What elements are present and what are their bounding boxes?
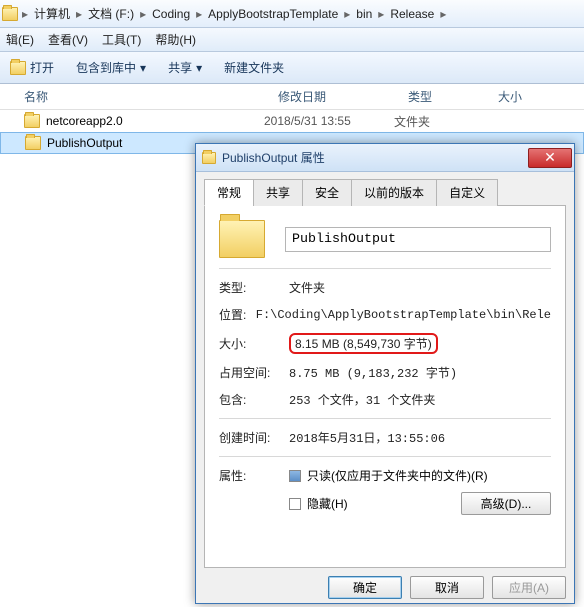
location-label: 位置: — [219, 306, 256, 323]
open-button[interactable]: 打开 — [6, 57, 58, 78]
folder-name-input[interactable] — [285, 227, 551, 252]
folder-open-icon — [10, 61, 26, 75]
tab-custom[interactable]: 自定义 — [436, 179, 498, 206]
chevron-right-icon: ▸ — [76, 7, 82, 21]
properties-tabs: 常规 共享 安全 以前的版本 自定义 — [204, 178, 566, 206]
tab-general[interactable]: 常规 — [204, 179, 254, 206]
cancel-button[interactable]: 取消 — [410, 576, 484, 599]
col-type[interactable]: 类型 — [408, 88, 498, 105]
general-panel: 类型:文件夹 位置:F:\Coding\ApplyBootstrapTempla… — [204, 206, 566, 568]
hidden-checkbox[interactable] — [289, 498, 301, 510]
file-type: 文件夹 — [394, 113, 474, 130]
chevron-down-icon: ▾ — [140, 61, 146, 75]
file-name: netcoreapp2.0 — [46, 114, 123, 128]
contains-value: 253 个文件，31 个文件夹 — [289, 391, 551, 408]
menu-edit[interactable]: 辑(E) — [2, 29, 38, 50]
tab-security[interactable]: 安全 — [302, 179, 352, 206]
open-label: 打开 — [30, 59, 54, 76]
type-label: 类型: — [219, 279, 289, 296]
type-value: 文件夹 — [289, 279, 551, 296]
chevron-right-icon: ▸ — [196, 7, 202, 21]
list-item[interactable]: netcoreapp2.0 2018/5/31 13:55 文件夹 — [0, 110, 584, 132]
crumb-project[interactable]: ApplyBootstrapTemplate — [206, 3, 340, 25]
new-folder-button[interactable]: 新建文件夹 — [220, 57, 288, 78]
crumb-drive[interactable]: 文档 (F:) — [86, 3, 136, 25]
dialog-title: PublishOutput 属性 — [222, 149, 325, 166]
chevron-down-icon: ▾ — [196, 61, 202, 75]
folder-icon — [219, 220, 265, 258]
folder-icon — [2, 7, 18, 21]
col-size[interactable]: 大小 — [498, 88, 558, 105]
crumb-bin[interactable]: bin — [354, 3, 374, 25]
readonly-label: 只读(仅应用于文件夹中的文件)(R) — [307, 467, 488, 484]
share-button[interactable]: 共享 ▾ — [164, 57, 206, 78]
include-library-button[interactable]: 包含到库中 ▾ — [72, 57, 150, 78]
menu-bar: 辑(E) 查看(V) 工具(T) 帮助(H) — [0, 28, 584, 52]
col-date[interactable]: 修改日期 — [278, 88, 408, 105]
chevron-right-icon: ▸ — [440, 7, 446, 21]
share-label: 共享 — [168, 59, 192, 76]
file-name: PublishOutput — [47, 136, 122, 150]
size-value: 8.15 MB (8,549,730 字节) — [289, 333, 438, 354]
chevron-right-icon: ▸ — [140, 7, 146, 21]
disk-label: 占用空间: — [219, 364, 289, 381]
address-bar: ▸ 计算机 ▸ 文档 (F:) ▸ Coding ▸ ApplyBootstra… — [0, 0, 584, 28]
properties-dialog: PublishOutput 属性 ✕ 常规 共享 安全 以前的版本 自定义 类型… — [195, 143, 575, 604]
chevron-right-icon: ▸ — [344, 7, 350, 21]
col-name[interactable]: 名称 — [24, 88, 278, 105]
attributes-label: 属性: — [219, 467, 289, 484]
menu-tools[interactable]: 工具(T) — [98, 29, 145, 50]
folder-icon — [25, 136, 41, 150]
chevron-right-icon: ▸ — [378, 7, 384, 21]
dialog-footer: 确定 取消 应用(A) — [196, 568, 574, 607]
crumb-coding[interactable]: Coding — [150, 3, 192, 25]
menu-help[interactable]: 帮助(H) — [151, 29, 200, 50]
toolbar: 打开 包含到库中 ▾ 共享 ▾ 新建文件夹 — [0, 52, 584, 84]
disk-value: 8.75 MB (9,183,232 字节) — [289, 364, 551, 381]
file-date: 2018/5/31 13:55 — [264, 114, 394, 128]
column-headers: 名称 修改日期 类型 大小 — [0, 84, 584, 110]
crumb-release[interactable]: Release — [388, 3, 436, 25]
folder-icon — [24, 114, 40, 128]
advanced-button[interactable]: 高级(D)... — [461, 492, 551, 515]
tab-previous[interactable]: 以前的版本 — [351, 179, 437, 206]
size-label: 大小: — [219, 335, 289, 352]
crumb-computer[interactable]: 计算机 — [32, 3, 72, 25]
folder-icon — [202, 152, 216, 164]
new-folder-label: 新建文件夹 — [224, 59, 284, 76]
readonly-checkbox[interactable] — [289, 470, 301, 482]
created-value: 2018年5月31日，13:55:06 — [289, 429, 551, 446]
tab-share[interactable]: 共享 — [253, 179, 303, 206]
ok-button[interactable]: 确定 — [328, 576, 402, 599]
apply-button[interactable]: 应用(A) — [492, 576, 566, 599]
location-value: F:\Coding\ApplyBootstrapTemplate\bin\Rel… — [256, 308, 551, 322]
created-label: 创建时间: — [219, 429, 289, 446]
hidden-label: 隐藏(H) — [307, 495, 348, 512]
close-button[interactable]: ✕ — [528, 148, 572, 168]
dialog-titlebar[interactable]: PublishOutput 属性 ✕ — [196, 144, 574, 172]
include-label: 包含到库中 — [76, 59, 136, 76]
chevron-right-icon: ▸ — [22, 7, 28, 21]
menu-view[interactable]: 查看(V) — [44, 29, 92, 50]
contains-label: 包含: — [219, 391, 289, 408]
close-icon: ✕ — [544, 149, 556, 166]
